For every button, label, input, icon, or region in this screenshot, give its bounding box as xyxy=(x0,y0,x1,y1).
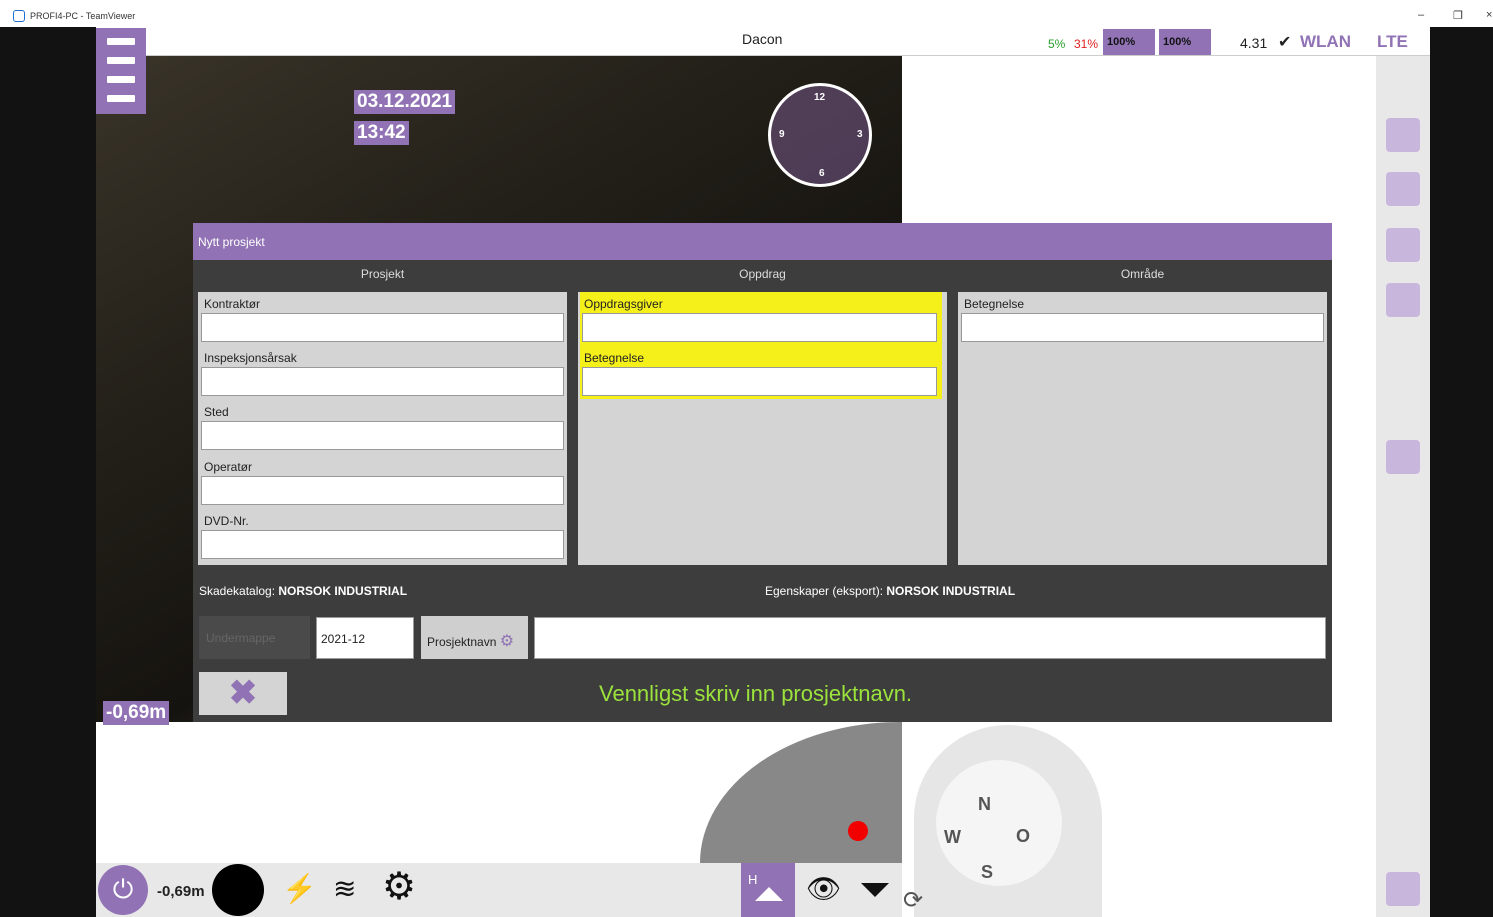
clock-12: 12 xyxy=(814,92,826,103)
prosjekt-column: Kontraktør Inspeksjonsårsak Sted Operatø… xyxy=(198,292,567,565)
menu-icon-line xyxy=(107,57,135,64)
col-header-oppdrag: Oppdrag xyxy=(739,267,786,281)
power-icon[interactable]: ⏻ xyxy=(98,865,148,915)
window-title: PROFI4-PC - TeamViewer xyxy=(30,11,136,21)
field-label: Inspeksjonsårsak xyxy=(204,351,297,365)
col-header-omrade: Område xyxy=(1120,267,1165,281)
compass-w: W xyxy=(944,827,961,847)
prosjektnavn-label: Prosjektnavn xyxy=(427,635,497,649)
teamviewer-icon xyxy=(13,10,25,22)
undo-icon[interactable] xyxy=(1386,872,1420,906)
top-status-bar xyxy=(145,28,1430,56)
egen-label: Egenskaper (eksport): xyxy=(765,584,887,598)
field-label: Sted xyxy=(204,405,229,419)
undermappe-button[interactable]: Undermappe xyxy=(199,616,310,659)
oppdrag-column: Oppdragsgiver Betegnelse xyxy=(578,292,947,565)
menu-icon-line xyxy=(107,95,135,102)
home-up-icon[interactable]: H xyxy=(741,863,795,917)
up-triangle xyxy=(755,887,783,901)
close-window-button[interactable]: × xyxy=(1486,9,1492,21)
status-pct-2: 31% xyxy=(1074,37,1099,51)
egenskaper-text: Egenskaper (eksport): NORSOK INDUSTRIAL xyxy=(765,584,1015,598)
record-indicator xyxy=(848,821,868,841)
field-label: Oppdragsgiver xyxy=(584,297,663,311)
omrade-betegnelse-input[interactable] xyxy=(961,313,1324,342)
skade-label: Skadekatalog: xyxy=(199,584,279,598)
clock-9: 9 xyxy=(779,129,785,140)
eye-icon[interactable]: 👁 xyxy=(806,872,842,905)
signal-icon[interactable]: ≋ xyxy=(333,872,356,905)
left-border xyxy=(0,27,96,917)
restore-button[interactable]: ❐ xyxy=(1453,9,1463,22)
battery-badge-2: 100% xyxy=(1159,29,1211,55)
check-icon: ✔ xyxy=(1278,34,1292,51)
field-label: Betegnelse xyxy=(584,351,645,365)
prosjektnavn-button[interactable]: Prosjektnavn ⚙ xyxy=(421,616,528,659)
capture-button[interactable] xyxy=(212,864,264,916)
depth-readout: -0,69m xyxy=(157,883,205,900)
version: 4.31 xyxy=(1240,35,1268,51)
field-label: Kontraktør xyxy=(204,297,261,311)
menu-button[interactable] xyxy=(96,28,146,114)
oppdragsgiver-input[interactable] xyxy=(582,313,937,342)
compass-o: O xyxy=(1016,826,1031,846)
tool-icon-2[interactable] xyxy=(1386,172,1420,206)
gear-icon: ⚙ xyxy=(499,633,515,650)
clock-6: 6 xyxy=(819,168,825,179)
operator-input[interactable] xyxy=(201,476,564,505)
gear-icon[interactable]: ⚙ xyxy=(382,864,416,909)
cancel-button[interactable]: ✖ xyxy=(199,672,287,715)
compass-dial xyxy=(936,760,1062,886)
prompt-message: Vennligst skriv inn prosjektnavn. xyxy=(599,681,913,706)
tool-icon-4[interactable] xyxy=(1386,283,1420,317)
tool-icon-1[interactable] xyxy=(1386,118,1420,152)
field-label: Operatør xyxy=(204,460,253,474)
inspeksjonsarsak-input[interactable] xyxy=(201,367,564,396)
battery-badge-1: 100% xyxy=(1103,29,1155,55)
window-titlebar xyxy=(0,0,1493,27)
triangle-down-icon[interactable] xyxy=(861,883,889,897)
skade-value: NORSOK INDUSTRIAL xyxy=(278,584,408,598)
wlan-label: WLAN xyxy=(1300,32,1351,51)
prosjektnavn-input[interactable] xyxy=(534,617,1326,659)
overlay-date: 03.12.2021 xyxy=(354,90,456,114)
refresh-icon[interactable]: ⟳ xyxy=(903,886,923,915)
clock-3: 3 xyxy=(857,129,863,140)
compass-s: S xyxy=(981,862,994,882)
right-border xyxy=(1430,27,1493,917)
egen-value: NORSOK INDUSTRIAL xyxy=(886,584,1016,598)
app-title: Dacon xyxy=(742,31,783,47)
oppdrag-betegnelse-input[interactable] xyxy=(582,367,937,396)
menu-icon-line xyxy=(107,76,135,83)
overlay-time: 13:42 xyxy=(354,121,409,145)
dvd-nr-input[interactable] xyxy=(201,530,564,559)
status-pct-1: 5% xyxy=(1048,37,1066,51)
menu-icon xyxy=(107,38,135,45)
tool-icon-3[interactable] xyxy=(1386,228,1420,262)
omrade-column: Betegnelse xyxy=(958,292,1327,565)
skadekatalog-text: Skadekatalog: NORSOK INDUSTRIAL xyxy=(199,584,407,598)
clock-icon: 12 3 6 9 xyxy=(768,83,872,187)
lightning-icon[interactable]: ⚡ xyxy=(282,872,317,905)
kontraktor-input[interactable] xyxy=(201,313,564,342)
col-header-prosjekt: Prosjekt xyxy=(360,267,405,281)
h-label: H xyxy=(748,872,758,887)
field-label: DVD-Nr. xyxy=(204,514,249,528)
minimize-button[interactable]: – xyxy=(1418,9,1424,21)
depth-label: -0,69m xyxy=(103,701,170,725)
year-input[interactable]: 2021-12 xyxy=(316,617,414,659)
compass-n: N xyxy=(978,794,991,814)
lte-label: LTE xyxy=(1377,32,1408,51)
tool-icon-5[interactable] xyxy=(1386,440,1420,474)
dialog-title: Nytt prosjekt xyxy=(193,223,1332,260)
field-label: Betegnelse xyxy=(964,297,1025,311)
sted-input[interactable] xyxy=(201,421,564,450)
